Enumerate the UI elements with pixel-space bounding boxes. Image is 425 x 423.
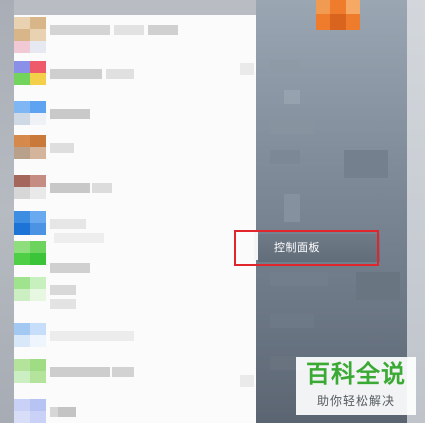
app-icon [14,359,46,383]
program-list-item[interactable] [14,359,256,383]
app-icon [14,101,46,125]
pane-shortcut-blurred [344,150,388,178]
program-list-item[interactable] [14,211,256,243]
program-list [14,15,256,423]
app-icon [14,399,46,423]
scroll-indicator [240,375,254,387]
app-icon [14,277,46,301]
program-list-item[interactable] [14,323,256,347]
scroll-indicator [240,63,254,75]
program-list-item[interactable] [14,399,256,423]
program-list-item[interactable] [14,61,256,85]
pane-shortcut-blurred [284,194,300,222]
program-list-item[interactable] [14,277,256,309]
program-list-item[interactable] [14,175,256,199]
user-avatar[interactable] [316,0,360,30]
app-icon [14,211,46,235]
pane-shortcut-blurred [270,314,314,328]
pane-shortcut-blurred [284,90,300,104]
app-icon [14,323,46,347]
watermark-title: 百科全说 [306,360,406,388]
desktop-edge-left [0,0,14,423]
app-icon [14,241,46,265]
app-icon [14,175,46,199]
pane-shortcut-blurred [270,120,314,134]
pane-shortcut-blurred [356,272,400,300]
control-panel-label: 控制面板 [274,241,320,254]
app-icon [14,135,46,159]
watermark-logo: 百科全说 助你轻松解决 [296,357,416,415]
app-icon [14,17,46,41]
app-icon [14,61,46,85]
pane-shortcut-blurred [270,272,328,286]
program-list-item[interactable] [14,101,256,125]
pane-shortcut-blurred [270,150,300,164]
program-list-item[interactable] [14,17,256,41]
pane-shortcut-blurred [270,60,300,74]
program-list-item[interactable] [14,241,256,273]
program-list-item[interactable] [14,135,256,159]
control-panel-item[interactable]: 控制面板 [258,234,380,262]
watermark-subtitle: 助你轻松解决 [316,394,395,408]
